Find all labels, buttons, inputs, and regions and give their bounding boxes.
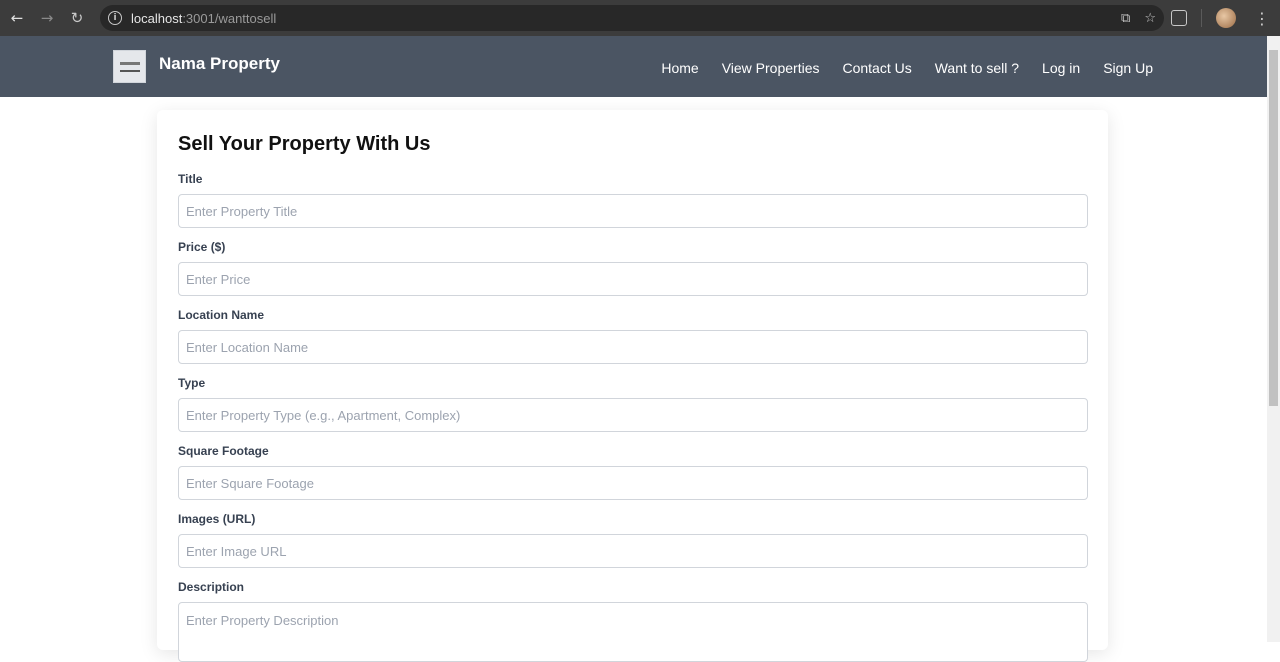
location-input[interactable]: [178, 330, 1088, 364]
field-description: Description: [178, 580, 1088, 662]
sell-property-form: Sell Your Property With Us Title Price (…: [157, 110, 1108, 662]
field-location: Location Name: [178, 308, 1088, 364]
reload-icon[interactable]: ↻: [62, 0, 92, 36]
nav-contact-us[interactable]: Contact Us: [842, 60, 911, 76]
type-label: Type: [178, 376, 206, 390]
main-nav: Home View Properties Contact Us Want to …: [661, 60, 1153, 76]
field-title: Title: [178, 172, 1088, 228]
location-label: Location Name: [178, 308, 265, 322]
extensions-icon[interactable]: [1171, 10, 1187, 26]
description-label: Description: [178, 580, 245, 594]
nav-sign-up[interactable]: Sign Up: [1103, 60, 1153, 76]
back-arrow-icon[interactable]: ←: [2, 0, 32, 36]
price-input[interactable]: [178, 262, 1088, 296]
nav-want-to-sell[interactable]: Want to sell ?: [935, 60, 1019, 76]
nav-view-properties[interactable]: View Properties: [722, 60, 820, 76]
profile-avatar[interactable]: [1216, 8, 1236, 28]
brand-logo[interactable]: [113, 50, 146, 83]
site-header: Nama Property Home View Properties Conta…: [0, 36, 1267, 97]
square-footage-label: Square Footage: [178, 444, 269, 458]
square-footage-input[interactable]: [178, 466, 1088, 500]
images-input[interactable]: [178, 534, 1088, 568]
description-textarea[interactable]: [178, 602, 1088, 662]
price-label: Price ($): [178, 240, 226, 254]
title-label: Title: [178, 172, 203, 186]
brand-name[interactable]: Nama Property: [159, 54, 280, 74]
title-input[interactable]: [178, 194, 1088, 228]
type-input[interactable]: [178, 398, 1088, 432]
field-type: Type: [178, 376, 1088, 432]
site-info-icon[interactable]: i: [108, 11, 122, 25]
field-price: Price ($): [178, 240, 1088, 296]
images-label: Images (URL): [178, 512, 256, 526]
form-title: Sell Your Property With Us: [178, 133, 431, 155]
browser-toolbar: ← → ↻ i localhost:3001/wanttosell ⧉ ☆ ⋮: [0, 0, 1280, 36]
url-host: localhost: [131, 10, 183, 26]
nav-log-in[interactable]: Log in: [1042, 60, 1080, 76]
forward-arrow-icon[interactable]: →: [32, 0, 62, 36]
url-path: :3001/wanttosell: [182, 10, 277, 26]
nav-home[interactable]: Home: [661, 60, 698, 76]
toolbar-divider: [1201, 9, 1202, 27]
page-scrollbar[interactable]: [1267, 36, 1280, 642]
field-images: Images (URL): [178, 512, 1088, 568]
browser-menu-icon[interactable]: ⋮: [1254, 9, 1270, 28]
scrollbar-thumb[interactable]: [1269, 50, 1278, 406]
field-square-footage: Square Footage: [178, 444, 1088, 500]
